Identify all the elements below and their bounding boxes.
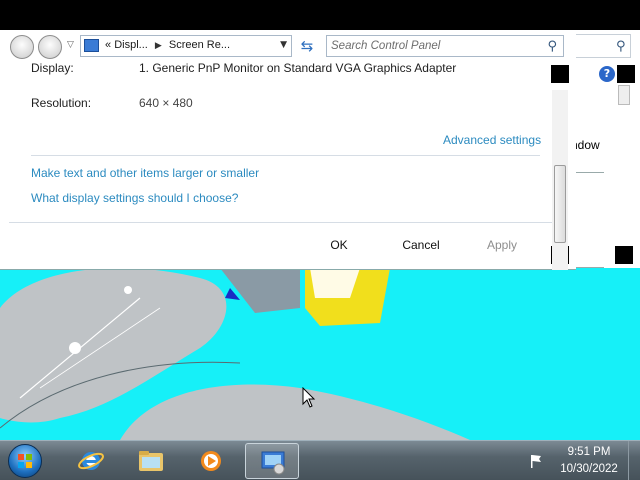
show-desktop-button[interactable]	[628, 441, 640, 480]
text-size-link[interactable]: Make text and other items larger or smal…	[31, 166, 259, 180]
control-panel-icon	[84, 39, 99, 52]
control-panel-icon	[261, 451, 285, 475]
display-value[interactable]: 1. Generic PnP Monitor on Standard VGA G…	[139, 61, 456, 75]
resolution-value[interactable]: 640 × 480	[139, 96, 193, 110]
divider	[31, 155, 540, 156]
cancel-button[interactable]: Cancel	[386, 234, 456, 256]
navigation-toolbar: ▽ « Displ... ▶ Screen Re... ▼ ⇆ ⚲	[0, 30, 576, 60]
desktop-background[interactable]	[0, 268, 640, 440]
search-icon: ⚲	[616, 39, 626, 54]
taskbar-windows-explorer[interactable]	[124, 443, 178, 479]
action-center-flag-icon[interactable]	[528, 453, 544, 469]
ok-button[interactable]: OK	[304, 234, 374, 256]
breadcrumb-separator-icon[interactable]: ▶	[155, 40, 162, 50]
start-button[interactable]	[5, 443, 45, 479]
back-button[interactable]	[10, 35, 34, 59]
scrollbar-thumb[interactable]	[554, 165, 566, 243]
recent-pages-dropdown-icon[interactable]: ▽	[67, 40, 74, 50]
background-panel	[572, 172, 604, 268]
resolution-label: Resolution:	[31, 96, 92, 110]
taskbar-control-panel[interactable]	[245, 443, 299, 479]
forward-button[interactable]	[38, 35, 62, 59]
search-icon[interactable]: ⚲	[547, 39, 557, 54]
apply-button[interactable]: Apply	[467, 234, 537, 256]
screen-resolution-window: ▽ « Displ... ▶ Screen Re... ▼ ⇆ ⚲ Displa…	[0, 30, 576, 270]
wallpaper-art	[0, 268, 470, 440]
taskbar-internet-explorer[interactable]	[64, 443, 118, 479]
vertical-scrollbar[interactable]	[552, 90, 568, 270]
background-scrollbar[interactable]	[618, 85, 630, 105]
taskbar-media-player[interactable]	[184, 443, 238, 479]
advanced-settings-link[interactable]: Advanced settings	[443, 133, 541, 147]
breadcrumb-display[interactable]: Displ...	[114, 39, 148, 51]
search-box[interactable]: ⚲	[326, 35, 564, 57]
taskbar: 9:51 PM 10/30/2022	[0, 440, 640, 480]
address-dropdown-icon[interactable]: ▼	[280, 40, 287, 50]
search-input[interactable]	[331, 38, 541, 54]
breadcrumb-overflow[interactable]: «	[105, 39, 111, 51]
windows-explorer-icon	[139, 451, 163, 471]
background-window[interactable]: ⚲ ? ndow	[570, 30, 640, 268]
breadcrumb: « Displ... ▶ Screen Re...	[105, 39, 230, 51]
black-block	[551, 65, 569, 83]
clock-time[interactable]: 9:51 PM	[558, 446, 620, 458]
screen-top-band	[0, 0, 640, 30]
media-player-icon	[201, 451, 221, 471]
black-block	[617, 65, 635, 83]
mouse-cursor-icon	[302, 387, 316, 408]
clock-date[interactable]: 10/30/2022	[558, 463, 620, 475]
black-block	[615, 246, 633, 264]
divider	[9, 222, 552, 223]
windows-logo-icon	[18, 454, 32, 468]
refresh-button[interactable]: ⇆	[297, 37, 317, 55]
background-search-box[interactable]: ⚲	[571, 34, 631, 58]
display-label: Display:	[31, 61, 74, 75]
help-icon[interactable]: ?	[599, 66, 615, 82]
display-help-link[interactable]: What display settings should I choose?	[31, 191, 238, 205]
address-bar[interactable]: « Displ... ▶ Screen Re... ▼	[80, 35, 292, 57]
breadcrumb-screen-resolution[interactable]: Screen Re...	[169, 39, 230, 51]
internet-explorer-icon	[78, 452, 104, 470]
